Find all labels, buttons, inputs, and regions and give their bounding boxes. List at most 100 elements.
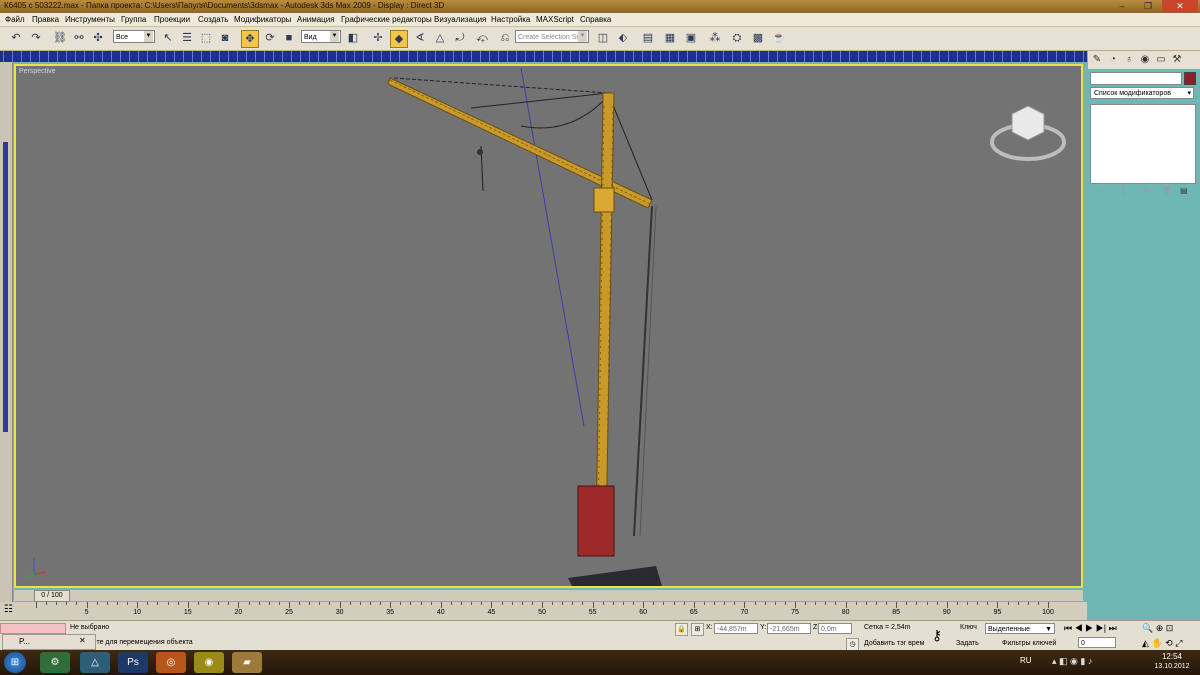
pan-icon[interactable]: ✋ [1151,638,1162,648]
redo-icon[interactable]: ↷ [28,30,44,46]
rectangle-selection-icon[interactable]: ⬚ [198,30,214,46]
key-selection-dropdown[interactable]: Выделенные ▼ [985,623,1055,634]
menu-tools[interactable]: Инструменты [65,15,115,24]
select-by-name-icon[interactable]: ☰ [179,30,195,46]
current-frame-field[interactable]: 0 [1078,637,1116,648]
menu-edit[interactable]: Правка [32,15,59,24]
previous-frame-icon[interactable]: ◀ [1075,623,1083,633]
hierarchy-tab-icon[interactable]: ♁ [1122,53,1136,67]
y-coordinate-field[interactable]: -21,665m [767,623,811,634]
menu-graph-editors[interactable]: Графические редакторы [341,15,432,24]
object-color-swatch[interactable] [1184,72,1196,85]
ref-coord-dropdown[interactable]: Вид ▼ [301,30,341,43]
menu-create[interactable]: Создать [198,15,228,24]
menu-help[interactable]: Справка [580,15,611,24]
rendered-frame-icon[interactable]: ▩ [750,30,766,46]
chrome-taskbar-icon[interactable]: ◉ [194,652,224,673]
pivot-center-icon[interactable]: ◧ [345,30,361,46]
configure-sets-icon[interactable]: ▤ [1180,186,1188,195]
perspective-viewport[interactable]: Perspective [14,64,1083,588]
align-icon[interactable]: ⬖ [615,30,631,46]
restore-button[interactable]: ❐ [1136,0,1160,12]
modifier-list-dropdown[interactable]: Список модификаторов ▾ [1090,87,1194,99]
angle-snap-icon[interactable]: ∢ [412,30,428,46]
motion-tab-icon[interactable]: ◉ [1138,53,1152,67]
menu-customize[interactable]: Настройка [491,15,530,24]
create-tab-icon[interactable]: ✎ [1090,53,1104,67]
start-button[interactable]: ⊞ [4,652,26,673]
go-to-end-icon[interactable]: ⏭ [1109,623,1117,633]
select-object-icon[interactable]: ↖ [160,30,176,46]
select-manipulate-icon[interactable]: ✢ [370,30,386,46]
remove-modifier-icon[interactable]: 🗑 [1162,186,1172,195]
rotate-icon[interactable]: ⟳ [262,30,278,46]
set-key-button[interactable]: Задать [956,640,979,647]
schematic-view-icon[interactable]: ▣ [683,30,699,46]
app-icon-1[interactable]: ⚙ [40,652,70,673]
snap-toggle-icon[interactable]: ◆ [390,30,408,48]
field-of-view-icon[interactable]: ◭ [1142,638,1149,648]
render-setup-icon[interactable]: ⛭ [729,30,745,46]
close-icon[interactable]: ✕ [79,636,86,645]
pin-stack-icon[interactable]: ⊣ [1096,186,1103,195]
edit-named-sets-icon[interactable]: ⤽ [474,30,490,46]
layer-manager-icon[interactable]: ▤ [640,30,656,46]
play-icon[interactable]: ▶ [1085,623,1093,633]
language-indicator[interactable]: RU [1020,656,1032,665]
undo-icon[interactable]: ↶ [8,30,24,46]
zoom-extents-icon[interactable]: ⊡ [1166,623,1174,633]
named-selection-sets-dropdown[interactable]: Create Selection Set ▼ [515,30,589,43]
key-icon[interactable]: ⚷ [924,627,950,647]
quick-render-icon[interactable]: ☕ [771,30,787,46]
move-icon[interactable]: ✥ [241,30,259,48]
explorer-taskbar-icon[interactable]: ▰ [232,652,262,673]
x-coordinate-field[interactable]: -44,857m [714,623,758,634]
bind-spacewarp-icon[interactable]: ✣ [90,30,106,46]
make-unique-icon[interactable]: ⇆ [1144,186,1151,195]
spinner-snap-icon[interactable]: ⤾ [452,30,468,46]
go-to-start-icon[interactable]: ⏮ [1064,623,1072,633]
modifier-stack[interactable] [1090,104,1196,184]
window-crossing-icon[interactable]: ◙ [217,30,233,46]
named-sets-icon[interactable]: ⎌ [497,30,513,46]
menu-animation[interactable]: Анимация [297,15,335,24]
show-end-result-icon[interactable]: ║ [1120,186,1126,195]
minimize-button[interactable]: – [1110,0,1134,12]
menu-modifiers[interactable]: Модификаторы [234,15,291,24]
unlink-icon[interactable]: ⚯ [71,30,87,46]
mini-curve-editor-icon[interactable]: ☷ [4,604,13,615]
object-name-field[interactable] [1090,72,1182,85]
display-tab-icon[interactable]: ▭ [1154,53,1168,67]
menu-group[interactable]: Группа [121,15,146,24]
curve-editor-icon[interactable]: ▦ [662,30,678,46]
clock-time[interactable]: 12:54 [1152,652,1192,661]
zoom-icon[interactable]: 🔍 [1142,623,1153,633]
photoshop-taskbar-icon[interactable]: Ps [118,652,148,673]
left-scroll-handle[interactable] [3,142,8,432]
firefox-taskbar-icon[interactable]: ◎ [156,652,186,673]
selection-filter-dropdown[interactable]: Все ▼ [113,30,155,43]
utilities-tab-icon[interactable]: ⚒ [1170,53,1184,67]
material-editor-icon[interactable]: ⁂ [707,30,723,46]
time-slider-thumb[interactable]: 0 / 100 [34,590,70,602]
menu-rendering[interactable]: Визуализация [434,15,486,24]
auto-key-button[interactable]: Ключ [960,624,977,631]
minimized-window-tab[interactable]: P... ✕ [2,634,96,650]
add-time-tag[interactable]: Добавить тэг врем [864,640,924,647]
z-coordinate-field[interactable]: 0,0m [818,623,852,634]
zoom-all-icon[interactable]: ⊕ [1156,623,1164,633]
tray-icons[interactable]: ▴ ◧ ◉ ▮ ♪ [1052,656,1092,667]
link-icon[interactable]: ⛓ [52,30,68,46]
scale-icon[interactable]: ■ [281,30,297,46]
time-slider[interactable]: 0 / 100 [14,590,1083,602]
menu-views[interactable]: Проекции [154,15,190,24]
percent-snap-icon[interactable]: △ [432,30,448,46]
absolute-mode-icon[interactable]: ⊞ [691,623,704,636]
clock-date[interactable]: 13.10.2012 [1148,663,1196,670]
mirror-icon[interactable]: ◫ [595,30,611,46]
maxscript-listener[interactable] [0,623,66,634]
track-bar[interactable]: ☷ 5 10 15 20 25 30 35 40 45 50 55 60 65 70 75 80 85 90 95 1… [0,602,1087,620]
maximize-viewport-icon[interactable]: ⤢ [1175,638,1182,648]
menu-file[interactable]: Файл [5,15,25,24]
modify-tab-icon[interactable]: ◔ [1106,53,1120,67]
